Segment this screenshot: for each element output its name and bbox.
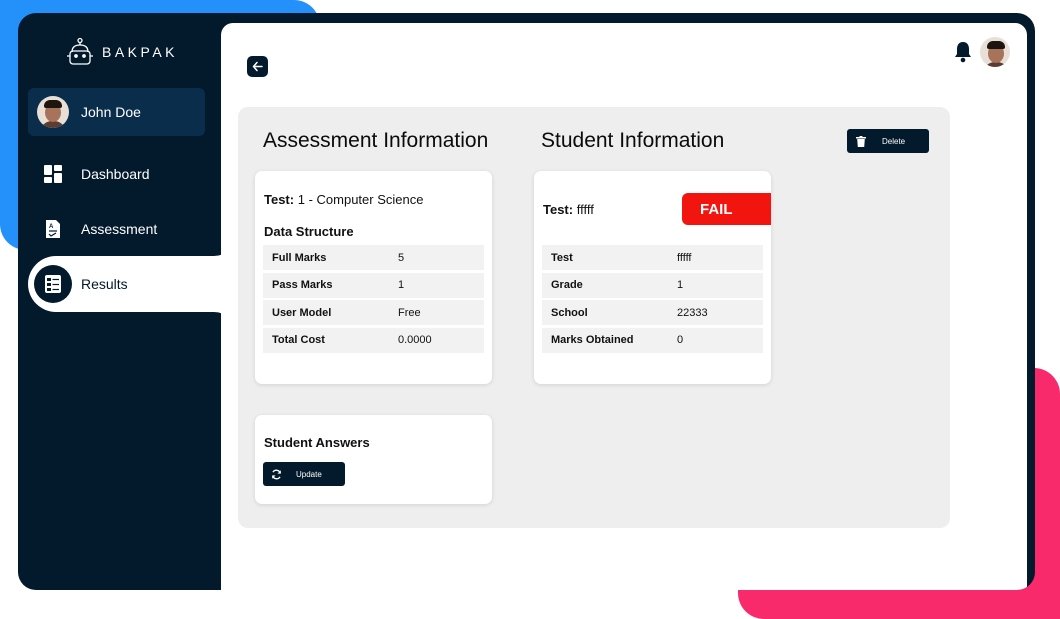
assessment-info-heading: Assessment Information [263,129,489,152]
table-row: Pass Marks 1 [263,272,484,298]
avatar [37,96,69,128]
user-name: John Doe [81,104,141,120]
status-badge: FAIL [682,193,771,225]
row-key: Full Marks [272,251,327,264]
student-info-heading: Student Information [541,129,725,152]
table-row: User Model Free [263,300,484,325]
brand: BAKPAK [66,37,178,67]
row-value: 22333 [677,306,708,319]
results-icon [34,265,72,303]
row-key: School [551,306,588,319]
sidebar-item-label: Dashboard [81,166,150,182]
row-value: 1 [398,279,405,291]
app-window: BAKPAK John Doe Dashboard A Assessment R… [18,13,1035,590]
assessment-test-line: Test: 1 - Computer Science [264,192,423,207]
profile-avatar[interactable] [980,37,1010,67]
trash-icon [856,135,866,147]
row-key: Total Cost [272,334,325,346]
table-row: Full Marks 5 [263,245,484,270]
row-value: 5 [398,251,405,264]
robot-backpack-icon [67,37,93,65]
row-key: User Model [272,306,332,319]
bell-icon[interactable] [953,41,973,63]
row-key: Marks Obtained [551,334,634,346]
row-value: Free [398,306,421,319]
arrow-left-icon [252,61,263,72]
sidebar-item-label: Results [81,276,128,292]
brand-name: BAKPAK [102,44,178,60]
table-row: School 22333 [542,300,763,325]
table-row: Marks Obtained 0 [542,327,763,353]
test-value: 1 - Computer Science [297,192,424,207]
dashboard-icon [44,165,62,183]
back-button[interactable] [247,56,268,77]
delete-label: Delete [882,136,906,146]
test-value: fffff [576,202,594,217]
sidebar-item-assessment[interactable]: A Assessment [28,212,157,246]
row-value: 1 [677,279,684,291]
main-content: Assessment Information Student Informati… [221,23,1027,590]
user-profile-card[interactable]: John Doe [28,88,205,136]
table-row: Test fffff [542,245,763,270]
student-details-table: Test fffff Grade 1 School 22333 Marks Ob… [542,245,763,355]
row-value: fffff [677,251,692,264]
test-label: Test: [543,202,574,217]
refresh-icon [272,469,281,479]
student-test-line: Test: fffff [543,202,594,217]
test-label: Test: [264,192,295,207]
row-value: 0.0000 [398,334,432,346]
row-key: Pass Marks [272,279,333,291]
delete-button[interactable]: Delete [847,129,929,153]
row-key: Grade [551,279,583,291]
assessment-info-card: Test: 1 - Computer Science Data Structur… [255,171,492,384]
table-row: Grade 1 [542,272,763,298]
table-row: Total Cost 0.0000 [263,327,484,353]
update-label: Update [296,469,322,479]
row-key: Test [551,251,573,264]
row-value: 0 [677,334,684,346]
student-info-card: Test: fffff FAIL Test fffff Grade 1 Scho… [534,171,771,384]
student-answers-title: Student Answers [264,435,370,450]
sidebar-item-label: Assessment [81,221,158,237]
student-answers-card: Student Answers Update [255,415,492,504]
subject-title: Data Structure [264,224,354,239]
assessment-details-table: Full Marks 5 Pass Marks 1 User Model Fre… [263,245,484,355]
results-panel: Assessment Information Student Informati… [238,107,950,528]
update-button[interactable]: Update [263,462,345,486]
sidebar-item-dashboard[interactable]: Dashboard [28,157,150,191]
sidebar-item-results[interactable]: Results [34,265,128,303]
assessment-doc-icon: A [46,220,60,238]
svg-text:A: A [49,224,54,230]
